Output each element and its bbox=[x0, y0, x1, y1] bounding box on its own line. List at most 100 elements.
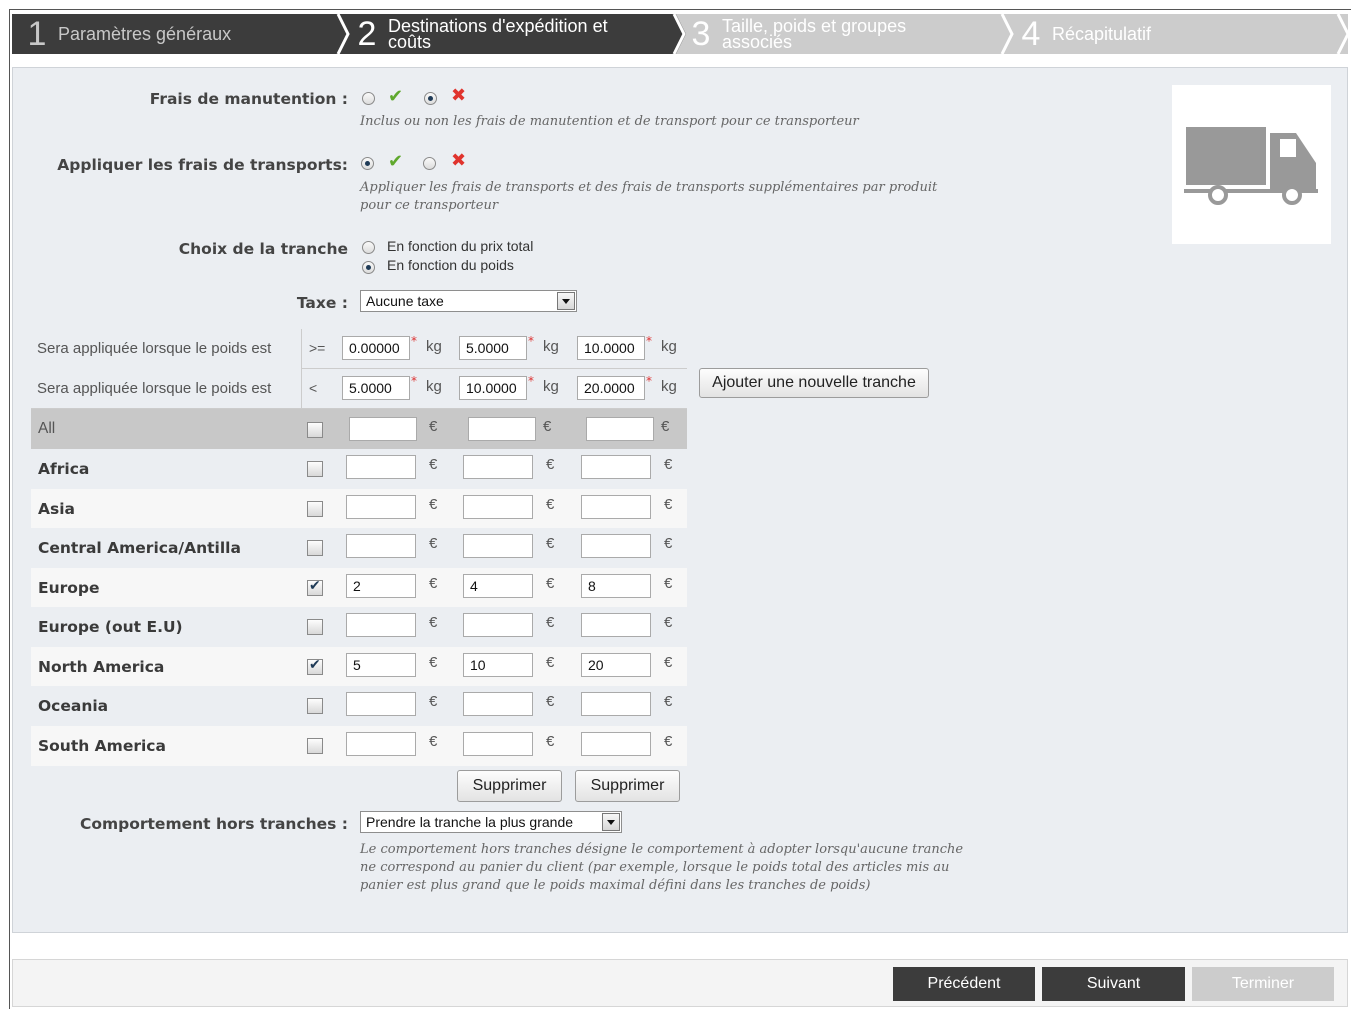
range-by-price-radio[interactable] bbox=[362, 241, 375, 254]
currency-symbol: € bbox=[429, 418, 438, 435]
step-summary[interactable]: 4 Récapitulatif bbox=[1006, 14, 1348, 54]
currency-symbol: € bbox=[664, 495, 673, 513]
help-line: Le comportement hors tranches désigne le… bbox=[360, 842, 964, 857]
zone-price-input[interactable] bbox=[346, 455, 416, 479]
unit-kg: kg bbox=[661, 338, 677, 355]
delete-range-button-2[interactable]: Supprimer bbox=[457, 770, 562, 802]
range-by-price-label: En fonction du prix total bbox=[387, 238, 534, 254]
step-separator-icon bbox=[332, 14, 352, 54]
zone-name: North America bbox=[38, 657, 165, 676]
zone-price-input[interactable] bbox=[581, 731, 651, 756]
delete-range-button-3[interactable]: Supprimer bbox=[575, 770, 680, 802]
zone-row: Europe (out E.U) € € € bbox=[31, 607, 687, 647]
out-of-range-help: Le comportement hors tranches désigne le… bbox=[360, 841, 963, 895]
step-size-weight[interactable]: 3 Taille, poids et groupes associés bbox=[676, 14, 1016, 54]
step-label: Taille, poids et groupes associés bbox=[722, 16, 907, 52]
tax-select[interactable]: Aucune taxe bbox=[360, 290, 577, 312]
zone-price-input[interactable] bbox=[346, 731, 416, 756]
required-marker: * bbox=[411, 374, 417, 388]
range-divider bbox=[301, 329, 302, 409]
zone-price-input[interactable] bbox=[581, 455, 651, 479]
currency-symbol: € bbox=[546, 456, 555, 473]
zone-name: Asia bbox=[38, 499, 75, 518]
zone-checkbox[interactable] bbox=[307, 698, 323, 714]
step-number: 2 bbox=[357, 15, 377, 53]
zone-price-input[interactable] bbox=[346, 613, 416, 637]
zone-price-input[interactable] bbox=[581, 494, 651, 519]
step-label: Destinations d'expédition et coûts bbox=[388, 16, 608, 52]
zone-price-input[interactable] bbox=[346, 692, 416, 716]
zone-price-input[interactable]: 5 bbox=[346, 652, 416, 677]
finish-button[interactable]: Terminer bbox=[1192, 967, 1334, 1001]
range-from-input-3[interactable]: 10.0000 bbox=[577, 336, 645, 360]
step-general-settings[interactable]: 1 Paramètres généraux bbox=[12, 14, 352, 54]
tax-label: Taxe : bbox=[296, 294, 348, 312]
zone-price-input[interactable] bbox=[463, 613, 533, 637]
tax-select-value: Aucune taxe bbox=[366, 293, 444, 309]
step-destinations[interactable]: 2 Destinations d'expédition et coûts bbox=[342, 14, 692, 54]
zone-row: Oceania € € € bbox=[31, 686, 687, 726]
zone-price-input[interactable] bbox=[346, 494, 416, 519]
yes-check-icon: ✔ bbox=[388, 151, 404, 172]
zone-checkbox[interactable] bbox=[307, 461, 323, 477]
zone-price-input[interactable] bbox=[581, 534, 651, 558]
unit-kg: kg bbox=[426, 378, 442, 395]
currency-symbol: € bbox=[664, 535, 673, 552]
zone-row: Africa € € € bbox=[31, 449, 687, 489]
currency-symbol: € bbox=[429, 535, 438, 552]
range-from-input-2[interactable]: 5.0000 bbox=[459, 336, 527, 360]
zone-price-input[interactable]: 8 bbox=[581, 573, 651, 598]
range-by-weight-radio[interactable] bbox=[362, 261, 375, 274]
add-range-button[interactable]: Ajouter une nouvelle tranche bbox=[699, 368, 929, 398]
handling-yes-radio[interactable] bbox=[362, 92, 375, 105]
range-to-input-2[interactable]: 10.0000 bbox=[459, 376, 527, 400]
zone-price-input[interactable] bbox=[463, 731, 533, 756]
zone-price-input[interactable] bbox=[581, 692, 651, 716]
help-line: ne correspond au panier du client (par e… bbox=[360, 860, 950, 875]
no-cross-icon: ✖ bbox=[451, 85, 467, 106]
zone-price-input[interactable]: 10 bbox=[463, 652, 533, 677]
zone-price-input[interactable]: 4 bbox=[463, 573, 533, 598]
currency-symbol: € bbox=[429, 456, 438, 473]
step-number: 1 bbox=[27, 15, 47, 53]
zone-price-input[interactable]: 2 bbox=[346, 573, 416, 598]
zone-price-input[interactable] bbox=[463, 494, 533, 519]
zone-checkbox[interactable] bbox=[307, 540, 323, 556]
range-to-input-1[interactable]: 5.0000 bbox=[342, 376, 410, 400]
yes-check-icon: ✔ bbox=[388, 86, 404, 107]
out-of-range-select[interactable]: Prendre la tranche la plus grande bbox=[360, 811, 622, 833]
all-price-input-2[interactable] bbox=[468, 417, 536, 441]
zone-checkbox[interactable] bbox=[307, 657, 323, 675]
zone-checkbox[interactable] bbox=[307, 578, 323, 596]
zone-price-input[interactable] bbox=[463, 692, 533, 716]
currency-symbol: € bbox=[546, 653, 555, 671]
zone-price-input[interactable] bbox=[463, 534, 533, 558]
all-price-input-1[interactable] bbox=[349, 417, 417, 441]
required-marker: * bbox=[646, 334, 652, 348]
next-button[interactable]: Suivant bbox=[1042, 967, 1185, 1001]
range-from-label: Sera appliquée lorsque le poids est bbox=[37, 340, 272, 357]
previous-button[interactable]: Précédent bbox=[893, 967, 1035, 1001]
shipping-fees-no-radio[interactable] bbox=[423, 157, 436, 170]
zone-price-input[interactable] bbox=[581, 613, 651, 637]
currency-symbol: € bbox=[429, 614, 438, 631]
zone-checkbox[interactable] bbox=[307, 619, 323, 635]
chevron-down-icon bbox=[602, 813, 620, 831]
shipping-fees-yes-radio[interactable] bbox=[361, 157, 374, 170]
range-to-input-3[interactable]: 20.0000 bbox=[577, 376, 645, 400]
all-zones-checkbox[interactable] bbox=[307, 422, 323, 438]
handling-help: Inclus ou non les frais de manutention e… bbox=[360, 114, 859, 129]
unit-kg: kg bbox=[543, 338, 559, 355]
zone-price-input[interactable]: 20 bbox=[581, 652, 651, 677]
zone-row: Central America/Antilla € € € bbox=[31, 528, 687, 568]
zone-price-input[interactable] bbox=[463, 455, 533, 479]
zone-price-input[interactable] bbox=[346, 534, 416, 558]
range-from-input-1[interactable]: 0.00000 bbox=[342, 336, 410, 360]
zone-checkbox[interactable] bbox=[307, 500, 323, 517]
zone-checkbox[interactable] bbox=[307, 737, 323, 754]
handling-no-radio[interactable] bbox=[424, 92, 437, 105]
unit-kg: kg bbox=[426, 338, 442, 355]
all-price-input-3[interactable] bbox=[586, 417, 654, 441]
out-of-range-select-value: Prendre la tranche la plus grande bbox=[366, 814, 574, 830]
zone-row: Europe 2 €4 €8 € bbox=[31, 567, 687, 608]
